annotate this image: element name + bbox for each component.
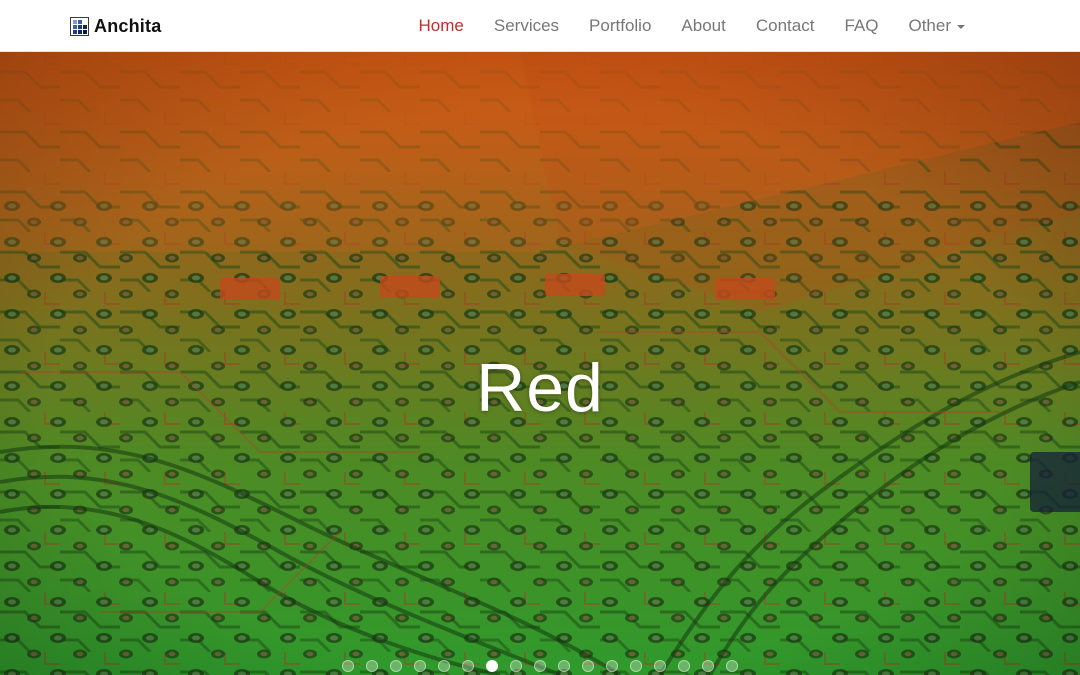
nav-link-services[interactable]: Services [479,0,574,52]
pixel-grid-logo-icon [70,16,89,36]
carousel-dot[interactable] [510,660,522,672]
carousel-indicators [0,659,1080,673]
nav-link-faq[interactable]: FAQ [829,0,893,52]
nav-link-home[interactable]: Home [404,0,479,52]
carousel-dot[interactable] [582,660,594,672]
nav-item-about: About [666,0,740,52]
carousel-dot[interactable] [606,660,618,672]
nav-item-services: Services [479,0,574,52]
brand-name: Anchita [94,15,162,36]
hero-carousel: Red [0,52,1080,675]
brand-link[interactable]: Anchita [70,15,161,37]
nav-link-contact[interactable]: Contact [741,0,830,52]
carousel-dot[interactable] [534,660,546,672]
carousel-dot[interactable] [654,660,666,672]
nav-item-other: Other [893,0,980,52]
nav-link-about[interactable]: About [666,0,740,52]
nav-dropdown-other-label: Other [908,16,951,35]
nav-item-faq: FAQ [829,0,893,52]
carousel-dot[interactable] [390,660,402,672]
carousel-dot[interactable] [702,660,714,672]
caret-down-icon [957,25,965,29]
carousel-dot[interactable] [630,660,642,672]
navbar: Anchita Home Services Portfolio About Co… [0,0,1080,52]
nav-link-portfolio[interactable]: Portfolio [574,0,666,52]
carousel-dot[interactable] [342,660,354,672]
carousel-dot[interactable] [558,660,570,672]
nav-dropdown-other[interactable]: Other [893,0,980,52]
carousel-dot[interactable] [726,660,738,672]
carousel-dot[interactable] [678,660,690,672]
carousel-dot[interactable] [366,660,378,672]
nav-item-portfolio: Portfolio [574,0,666,52]
nav-item-home: Home [404,0,479,52]
carousel-dot[interactable] [414,660,426,672]
main-nav: Home Services Portfolio About Contact FA… [404,0,981,52]
carousel-dot[interactable] [462,660,474,672]
carousel-dot-active[interactable] [486,660,498,672]
carousel-dot[interactable] [438,660,450,672]
nav-item-contact: Contact [741,0,830,52]
slide-title: Red [476,350,604,426]
